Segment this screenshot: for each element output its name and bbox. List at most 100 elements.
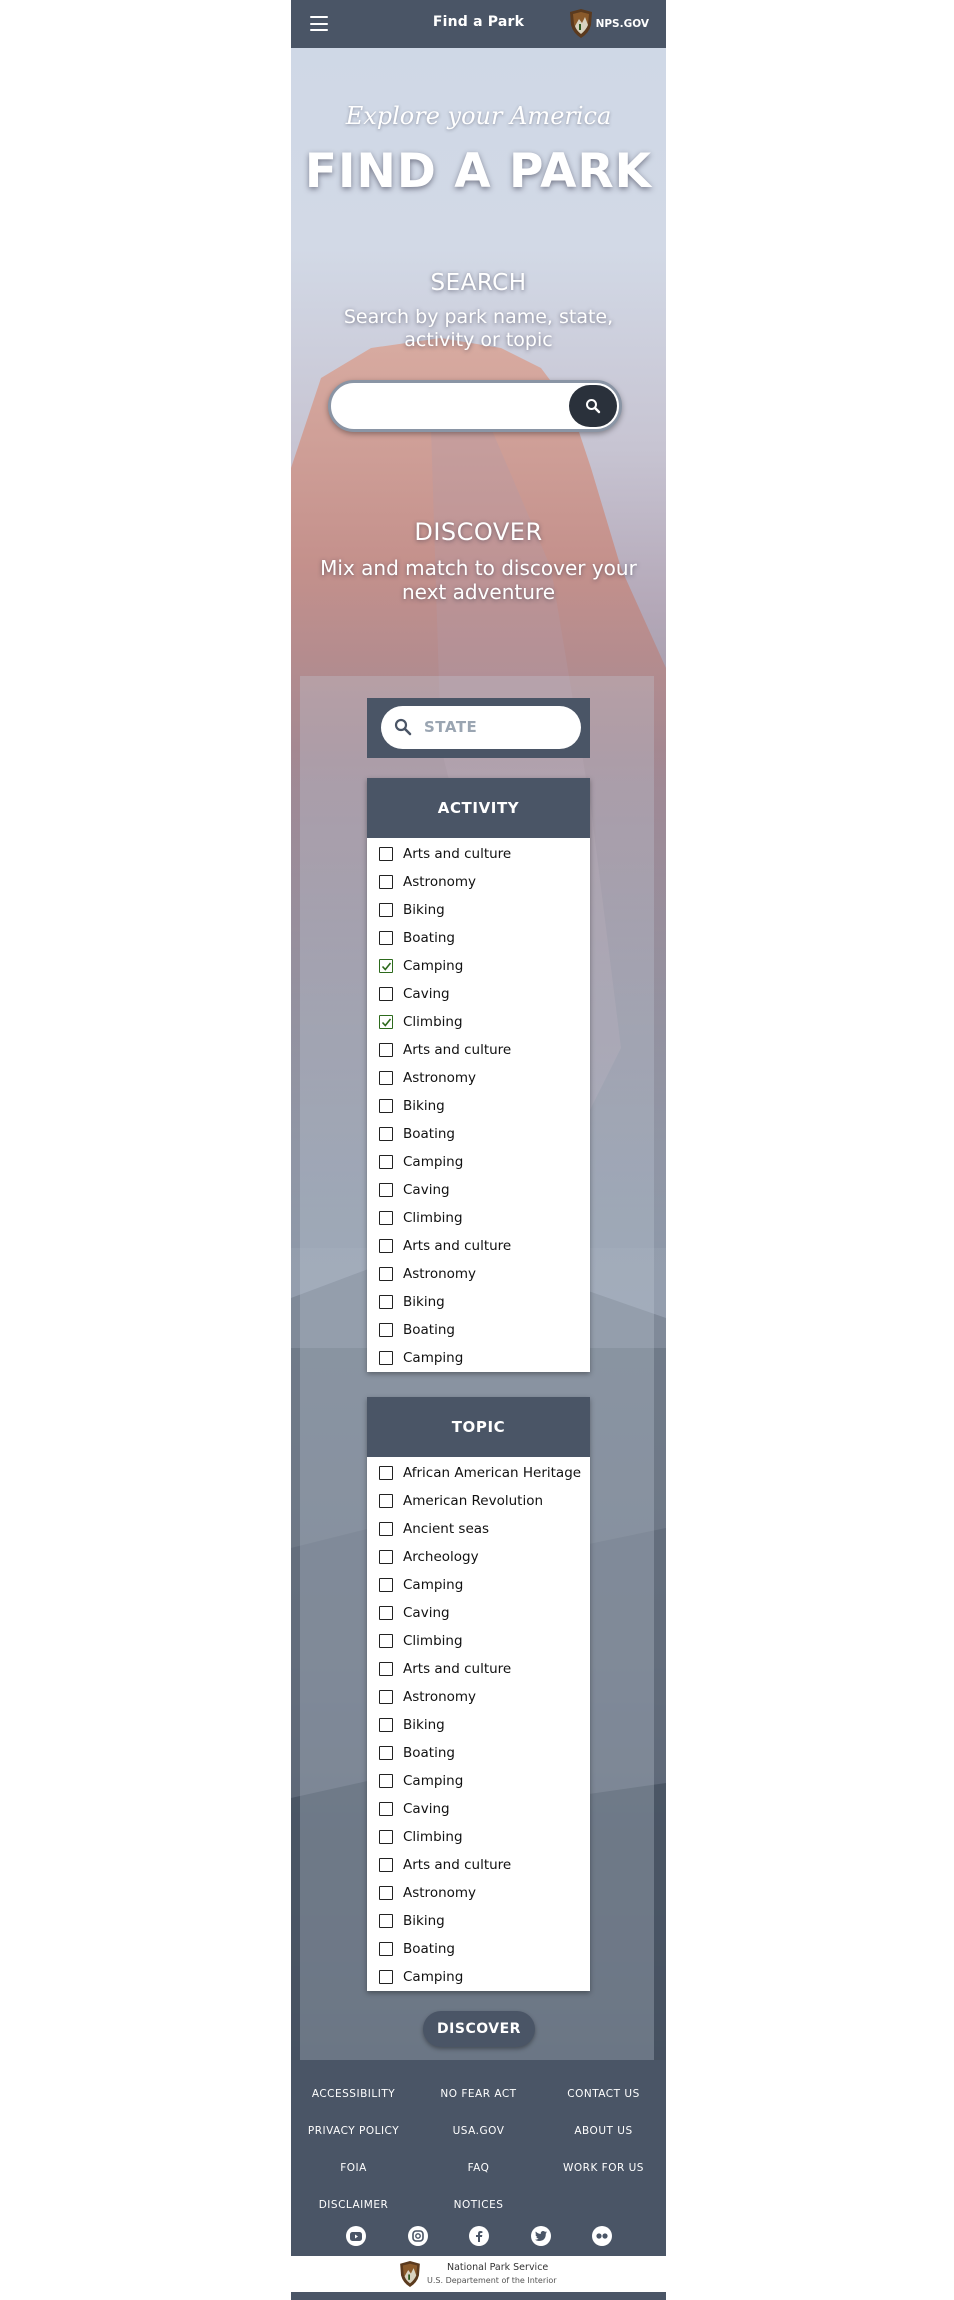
footer-link[interactable]: ACCESSIBILITY (291, 2076, 416, 2113)
footer-link[interactable]: WORK FOR US (541, 2150, 666, 2187)
activity-option[interactable]: Arts and culture (367, 1232, 590, 1260)
activity-option[interactable]: Astronomy (367, 1260, 590, 1288)
checkbox[interactable] (379, 1718, 393, 1732)
checkbox[interactable] (379, 1351, 393, 1365)
footer-link[interactable]: FAQ (416, 2150, 541, 2187)
topic-option[interactable]: African American Heritage (367, 1459, 590, 1487)
activity-option[interactable]: Biking (367, 896, 590, 924)
activity-option[interactable]: Climbing (367, 1008, 590, 1036)
checkbox[interactable] (379, 1043, 393, 1057)
checkbox[interactable] (379, 903, 393, 917)
activity-option[interactable]: Caving (367, 980, 590, 1008)
option-label: Climbing (403, 1014, 463, 1030)
topic-option[interactable]: Camping (367, 1963, 590, 1991)
topic-option[interactable]: Arts and culture (367, 1655, 590, 1683)
checkbox[interactable] (379, 847, 393, 861)
topic-option[interactable]: Boating (367, 1935, 590, 1963)
checkbox[interactable] (379, 1323, 393, 1337)
activity-option[interactable]: Boating (367, 924, 590, 952)
topic-option[interactable]: Ancient seas (367, 1515, 590, 1543)
checkbox[interactable] (379, 1774, 393, 1788)
checkbox[interactable] (379, 1802, 393, 1816)
footer-link[interactable]: CONTACT US (541, 2076, 666, 2113)
topic-option[interactable]: American Revolution (367, 1487, 590, 1515)
footer-link[interactable]: DISCLAIMER (291, 2187, 416, 2224)
nps-home-link[interactable]: NPS.GOV (569, 9, 649, 38)
checkbox[interactable] (379, 1634, 393, 1648)
activity-option[interactable]: Climbing (367, 1204, 590, 1232)
state-input[interactable] (424, 718, 564, 736)
topic-option[interactable]: Caving (367, 1599, 590, 1627)
checkbox[interactable] (379, 1211, 393, 1225)
activity-option[interactable]: Arts and culture (367, 840, 590, 868)
footer-link[interactable]: ABOUT US (541, 2113, 666, 2150)
topic-option[interactable]: Camping (367, 1767, 590, 1795)
topic-option[interactable]: Biking (367, 1711, 590, 1739)
checkbox[interactable] (379, 1127, 393, 1141)
checkbox[interactable] (379, 1071, 393, 1085)
checkbox[interactable] (379, 1295, 393, 1309)
footer-link[interactable]: FOIA (291, 2150, 416, 2187)
checkbox[interactable] (379, 1267, 393, 1281)
checkbox[interactable] (379, 1746, 393, 1760)
checkbox[interactable] (379, 1522, 393, 1536)
checkbox[interactable] (379, 1690, 393, 1704)
topic-option[interactable]: Camping (367, 1571, 590, 1599)
activity-option[interactable]: Camping (367, 1344, 590, 1372)
activity-option[interactable]: Camping (367, 952, 590, 980)
checkbox[interactable] (379, 1015, 393, 1029)
park-search-input[interactable] (349, 397, 549, 415)
topic-options: African American Heritage American Revolu… (367, 1459, 590, 1991)
checkbox[interactable] (379, 1550, 393, 1564)
checkbox[interactable] (379, 1914, 393, 1928)
activity-option[interactable]: Caving (367, 1176, 590, 1204)
activity-option[interactable]: Boating (367, 1316, 590, 1344)
option-label: Climbing (403, 1829, 463, 1845)
topic-option[interactable]: Astronomy (367, 1683, 590, 1711)
activity-option[interactable]: Boating (367, 1120, 590, 1148)
footer-link[interactable]: USA.GOV (416, 2113, 541, 2150)
topic-option[interactable]: Climbing (367, 1823, 590, 1851)
activity-option[interactable]: Camping (367, 1148, 590, 1176)
search-button[interactable] (569, 385, 617, 427)
activity-option[interactable]: Biking (367, 1288, 590, 1316)
checkbox[interactable] (379, 1970, 393, 1984)
topic-option[interactable]: Archeology (367, 1543, 590, 1571)
checkbox[interactable] (379, 875, 393, 889)
checkbox[interactable] (379, 1183, 393, 1197)
flickr-icon[interactable] (592, 2226, 612, 2246)
activity-option[interactable]: Arts and culture (367, 1036, 590, 1064)
discover-button[interactable]: DISCOVER (423, 2011, 535, 2047)
checkbox[interactable] (379, 1886, 393, 1900)
topic-option[interactable]: Arts and culture (367, 1851, 590, 1879)
checkbox[interactable] (379, 959, 393, 973)
checkbox[interactable] (379, 987, 393, 1001)
topic-option[interactable]: Caving (367, 1795, 590, 1823)
checkbox[interactable] (379, 1466, 393, 1480)
activity-option[interactable]: Astronomy (367, 868, 590, 896)
checkbox[interactable] (379, 1494, 393, 1508)
checkbox[interactable] (379, 1942, 393, 1956)
checkbox[interactable] (379, 1099, 393, 1113)
checkbox[interactable] (379, 1662, 393, 1676)
youtube-icon[interactable] (346, 2226, 366, 2246)
facebook-icon[interactable] (469, 2226, 489, 2246)
twitter-icon[interactable] (531, 2226, 551, 2246)
checkbox[interactable] (379, 1155, 393, 1169)
checkbox[interactable] (379, 1830, 393, 1844)
checkbox[interactable] (379, 1858, 393, 1872)
topic-option[interactable]: Boating (367, 1739, 590, 1767)
checkbox[interactable] (379, 1578, 393, 1592)
activity-option[interactable]: Astronomy (367, 1064, 590, 1092)
footer-link[interactable]: NOTICES (416, 2187, 541, 2224)
footer-link[interactable]: PRIVACY POLICY (291, 2113, 416, 2150)
instagram-icon[interactable] (408, 2226, 428, 2246)
footer-link[interactable]: NO FEAR ACT (416, 2076, 541, 2113)
activity-option[interactable]: Biking (367, 1092, 590, 1120)
checkbox[interactable] (379, 1606, 393, 1620)
checkbox[interactable] (379, 1239, 393, 1253)
topic-option[interactable]: Biking (367, 1907, 590, 1935)
topic-option[interactable]: Astronomy (367, 1879, 590, 1907)
topic-option[interactable]: Climbing (367, 1627, 590, 1655)
checkbox[interactable] (379, 931, 393, 945)
